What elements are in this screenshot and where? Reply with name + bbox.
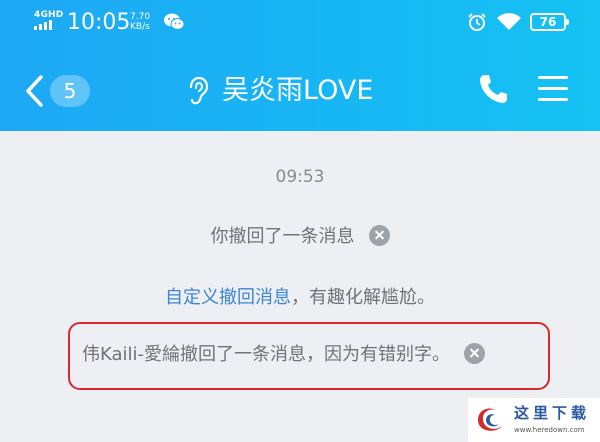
recall-notice-text: 你撤回了一条消息 (210, 226, 355, 247)
watermark-text: 这里下载 (514, 404, 591, 422)
custom-recall-tip-text: ，有趣化解尴尬。 (291, 287, 435, 308)
recall-notice-text: 伟Kaili-愛綸撤回了一条消息，因为有错别字。 (82, 344, 451, 365)
close-icon[interactable] (368, 224, 390, 246)
network-speed: 7.70 KB/s (130, 12, 150, 32)
status-bar: 4GHD 10:05 7.70 KB/s 76 (0, 0, 600, 44)
unread-count-badge: 5 (50, 75, 90, 107)
chevron-left-icon (26, 75, 43, 107)
custom-recall-tip: 自定义撤回消息 ，有趣化解尴尬。 (0, 283, 600, 309)
menu-icon[interactable] (538, 76, 568, 102)
swoosh-icon (478, 408, 502, 431)
wechat-icon (164, 13, 185, 30)
back-button[interactable]: 5 (24, 72, 90, 110)
close-icon[interactable] (464, 342, 486, 364)
watermark-logo: 这里下载 www.heredown.com (468, 398, 600, 442)
phone-icon[interactable] (478, 73, 508, 105)
chat-header: 4GHD 10:05 7.70 KB/s 76 5 吴炎雨LOVE (0, 0, 600, 131)
network-speed-unit: KB/s (130, 22, 150, 32)
wifi-icon (497, 13, 521, 30)
ear-icon (189, 76, 209, 105)
watermark-url: www.heredown.com (514, 426, 585, 434)
custom-recall-link[interactable]: 自定义撤回消息 (165, 283, 291, 309)
battery-icon: 76 (530, 13, 569, 31)
recall-notice-self: 你撤回了一条消息 (0, 222, 600, 248)
recall-notice-friend: 伟Kaili-愛綸撤回了一条消息，因为有错别字。 (70, 340, 548, 366)
network-speed-value: 7.70 (130, 12, 151, 22)
chat-title: 吴炎雨LOVE (222, 75, 374, 106)
network-type: 4GHD (34, 10, 64, 20)
signal-icon: 4GHD (34, 10, 64, 32)
message-timestamp: 09:53 (275, 167, 325, 187)
alarm-icon (468, 13, 486, 31)
status-time: 10:05 (67, 10, 131, 35)
